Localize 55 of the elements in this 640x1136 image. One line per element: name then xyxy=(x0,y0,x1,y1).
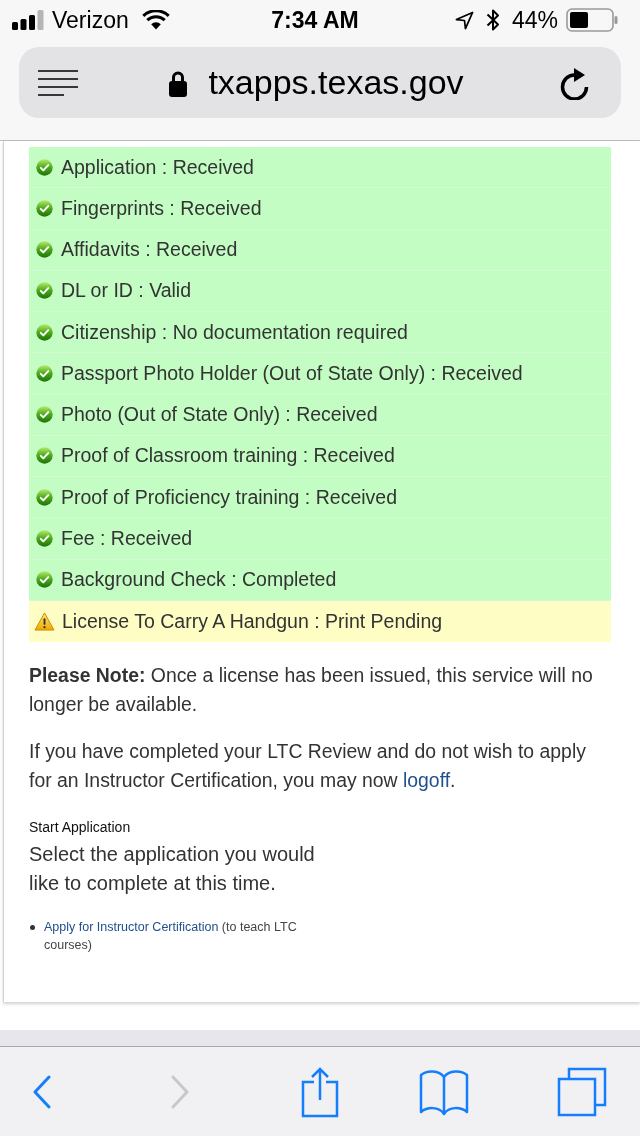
status-text: Application : Received xyxy=(61,155,254,179)
status-text: Background Check : Completed xyxy=(61,568,337,592)
logoff-paragraph: If you have completed your LTC Review and do not wish to apply for an Instructor Certification, you may now logoff. xyxy=(29,739,587,793)
reload-button[interactable] xyxy=(559,65,591,100)
warning-icon xyxy=(34,611,55,631)
address-bar[interactable]: txapps.texas.gov xyxy=(19,47,621,118)
back-icon xyxy=(32,1074,52,1109)
signal-icon xyxy=(12,10,44,30)
section-heading: Start Application xyxy=(29,818,132,836)
check-circle-icon xyxy=(36,158,53,176)
option-text: Apply for Instructor Certification (to teach LTC courses) xyxy=(44,919,298,954)
status-text: DL or ID : Valid xyxy=(61,279,192,303)
status-text: Photo (Out of State Only) : Received xyxy=(61,403,378,427)
check-circle-icon xyxy=(36,406,53,424)
status-text: Proof of Proficiency training : Received xyxy=(61,485,397,509)
reload-icon xyxy=(559,65,591,100)
check-circle-icon xyxy=(36,571,53,589)
back-button[interactable] xyxy=(32,1074,52,1109)
bookmarks-button[interactable] xyxy=(419,1067,469,1116)
check-circle-icon xyxy=(36,282,53,300)
check-circle-icon xyxy=(36,488,53,506)
menu-icon xyxy=(38,69,78,96)
check-circle-icon xyxy=(36,529,53,547)
prompt-text: Select the application you would like to complete at this time. xyxy=(29,842,316,896)
share-button[interactable] xyxy=(301,1065,339,1118)
share-icon xyxy=(301,1065,339,1118)
status-text: Proof of Classroom training : Received xyxy=(61,444,395,468)
clock-time: 7:34 AM xyxy=(271,6,359,34)
check-circle-icon xyxy=(36,364,53,382)
note-paragraph: Please Note: Once a license has been issued, this service will no longer be available. xyxy=(29,663,594,717)
url-text: txapps.texas.gov xyxy=(208,63,464,102)
battery-percent: 44% xyxy=(511,6,558,34)
status-text: Passport Photo Holder (Out of State Only) : Received xyxy=(61,361,523,385)
battery-icon xyxy=(566,8,618,32)
status-text: Citizenship : No documentation required xyxy=(61,320,408,344)
check-circle-icon xyxy=(36,241,53,259)
reader-button[interactable] xyxy=(38,69,78,96)
status-text: Fingerprints : Received xyxy=(61,196,262,220)
location-arrow-icon xyxy=(454,10,474,30)
status-text: Fee : Received xyxy=(61,526,193,550)
status-text: Affidavits : Received xyxy=(61,238,238,262)
check-circle-icon xyxy=(36,323,53,341)
tabs-icon xyxy=(557,1066,607,1117)
check-circle-icon xyxy=(36,199,53,217)
option-link[interactable]: Apply for Instructor Certification xyxy=(44,920,219,934)
book-icon xyxy=(419,1067,469,1116)
wifi-icon xyxy=(141,10,170,30)
carrier-name: Verizon xyxy=(52,6,129,34)
logoff-link[interactable]: logoff xyxy=(402,769,451,791)
check-circle-icon xyxy=(36,447,53,465)
tabs-button[interactable] xyxy=(557,1066,607,1117)
status-text: License To Carry A Handgun : Print Pending xyxy=(62,609,443,633)
bullet-icon xyxy=(30,925,35,930)
bluetooth-icon xyxy=(485,8,500,32)
forward-icon xyxy=(170,1074,190,1109)
